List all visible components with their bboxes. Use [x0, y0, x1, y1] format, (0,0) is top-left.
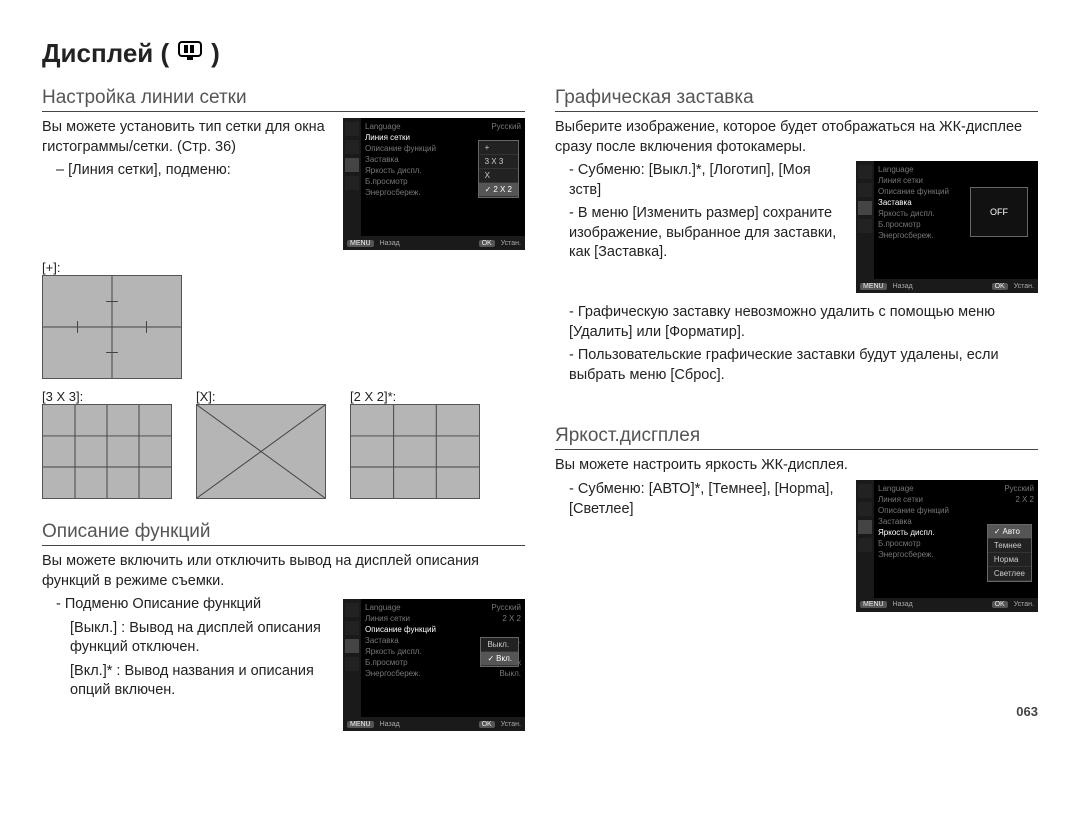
grid-2x2-diagram	[350, 404, 480, 499]
bright-popup: Авто Темнее Норма Светлее	[987, 524, 1032, 582]
grid-2x2-label: [2 X 2]*:	[350, 389, 480, 404]
section-title-func: Описание функций	[42, 521, 525, 546]
camera-ui-bright: LanguageРусский Линия сетки2 X 2 Описани…	[856, 480, 1038, 612]
section-title-bright: Яркост.дисгплея	[555, 425, 1038, 450]
right-column: Графическая заставка Выберите изображени…	[555, 79, 1038, 737]
camera-ui-grid: LanguageРусский Линия сетки Описание фун…	[343, 118, 525, 250]
left-column: Настройка линии сетки LanguageРусский Ли…	[42, 79, 525, 737]
grid-3x3-diagram	[42, 404, 172, 499]
grid-plus-label: [+]:	[42, 260, 182, 275]
func-text-1: Вы можете включить или отключить вывод н…	[42, 552, 525, 591]
section-title-start: Графическая заставка	[555, 87, 1038, 112]
page-number: 063	[1016, 704, 1038, 719]
func-popup: Выкл. Вкл.	[480, 637, 519, 667]
grid-3x3-label: [3 X 3]:	[42, 389, 172, 404]
title-prefix: Дисплей (	[42, 38, 169, 69]
camera-ui-func: LanguageРусский Линия сетки2 X 2 Описани…	[343, 599, 525, 731]
grid-x-diagram	[196, 404, 326, 499]
start-text-1: Выберите изображение, которое будет отоб…	[555, 118, 1038, 157]
camera-ui-start: Language Линия сетки Описание функций За…	[856, 161, 1038, 293]
section-title-grid: Настройка линии сетки	[42, 87, 525, 112]
grid-popup: + 3 X 3 X 2 X 2	[478, 140, 519, 198]
display-icon	[177, 38, 203, 69]
bright-text-1: Вы можете настроить яркость ЖК-дисплея.	[555, 456, 1038, 476]
grid-plus-diagram	[42, 275, 182, 379]
page-title: Дисплей ( )	[42, 38, 1038, 69]
start-bullet-4: - Пользовательские графические заставки …	[569, 346, 1038, 385]
start-popup: OFF	[970, 187, 1028, 237]
grid-x-label: [X]:	[196, 389, 326, 404]
title-suffix: )	[211, 38, 220, 69]
display-tab-icon	[345, 158, 359, 172]
start-bullet-3: - Графическую заставку невозможно удалит…	[569, 303, 1038, 342]
